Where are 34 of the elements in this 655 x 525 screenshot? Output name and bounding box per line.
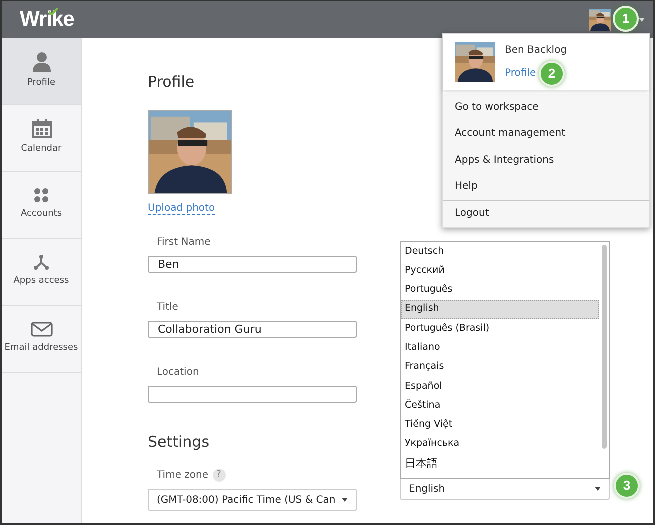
logo: Wrike [20,6,74,33]
field-label: Time zone [157,469,209,483]
timezone-select[interactable]: (GMT-08:00) Pacific Time (US & Can [148,489,357,511]
language-option[interactable]: English [401,300,599,320]
menu-item[interactable]: Apps & Integrations [443,147,649,174]
language-select[interactable]: English [400,478,610,500]
sidebar-item[interactable]: Profile [2,38,81,105]
sidebar-item[interactable]: Apps access [2,239,81,306]
menu-item[interactable]: Logout [443,200,649,226]
menu-item[interactable]: Account management [443,120,649,147]
sidebar-item[interactable]: Accounts [2,172,81,239]
mail-icon [30,322,52,338]
input-field[interactable]: Collaboration Guru [148,321,357,338]
input-field[interactable]: Ben [148,256,357,273]
calendar-icon [32,119,52,138]
sidebar-item[interactable]: Calendar [2,105,81,172]
callout-badge: 3 [614,473,640,499]
sidebar-item[interactable]: Email addresses [2,306,81,373]
field-label: First Name [156,236,212,250]
person-icon [32,52,50,72]
profile-link[interactable]: Profile [505,66,536,81]
field-label: Location [156,366,200,380]
avatar-button[interactable] [589,8,611,30]
section-heading: Settings [148,433,211,451]
user-name: Ben Backlog [505,44,568,58]
nodes-icon [34,255,49,270]
four-dots-icon [34,188,49,204]
scrollbar[interactable] [602,245,607,449]
menu-item[interactable]: Go to workspace [443,94,649,120]
field-label: Title [156,301,180,315]
upload-photo-link[interactable]: Upload photo [148,203,216,215]
menu-item[interactable]: Help [443,174,649,200]
input-field[interactable] [148,386,357,403]
section-heading: Profile [148,73,196,91]
